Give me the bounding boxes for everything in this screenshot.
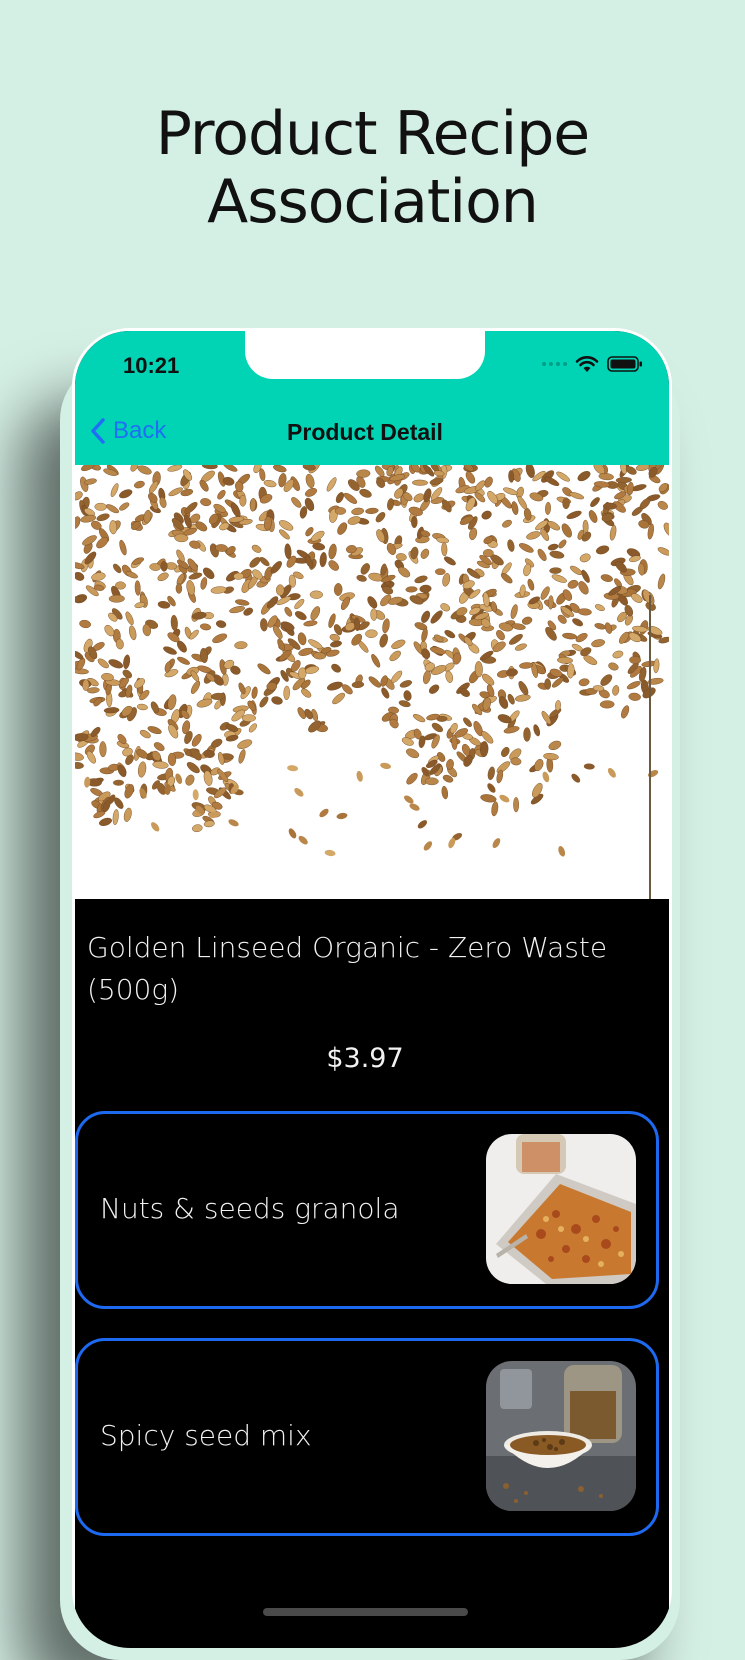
navigation-header: 10:21 Back Product Detail: [75, 331, 669, 465]
headline-line-1: Product Recipe: [155, 99, 590, 169]
recipe-title: Nuts & seeds granola: [100, 1192, 400, 1225]
wifi-icon: [575, 356, 599, 372]
product-image: [75, 465, 669, 899]
home-indicator: [263, 1608, 468, 1616]
status-time: 10:21: [123, 353, 180, 378]
phone-screen: 10:21 Back Product Detail Golden Linseed…: [75, 331, 669, 1648]
battery-icon: [607, 356, 642, 372]
phone-frame: 10:21 Back Product Detail Golden Linseed…: [72, 328, 672, 1648]
product-name: Golden Linseed Organic - Zero Waste (500…: [87, 931, 608, 1006]
recipe-image: [486, 1134, 636, 1284]
status-icons: [542, 355, 643, 373]
signal-dots-icon: [542, 362, 567, 366]
recipe-image: [486, 1361, 636, 1511]
phone-notch: [245, 331, 485, 379]
headline-line-2: Association: [207, 167, 539, 237]
page-headline: Product Recipe Association: [0, 100, 745, 236]
product-price: $3.97: [326, 1043, 404, 1074]
recipe-title: Spicy seed mix: [100, 1419, 312, 1452]
recipe-card[interactable]: Spicy seed mix: [75, 1338, 659, 1536]
page-title: Product Detail: [287, 419, 443, 445]
recipe-card[interactable]: Nuts & seeds granola: [75, 1111, 659, 1309]
